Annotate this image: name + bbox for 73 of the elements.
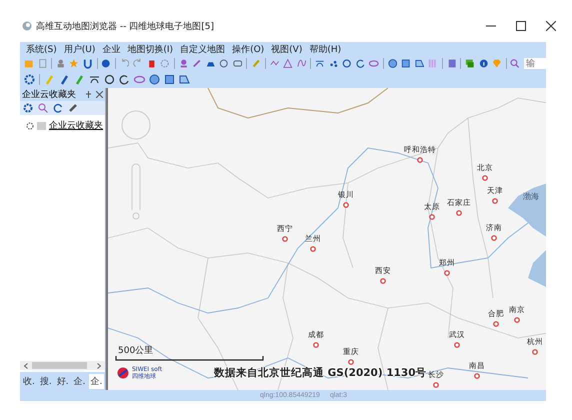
logo-icon bbox=[116, 367, 130, 379]
scroll-right-icon[interactable] bbox=[97, 362, 101, 368]
close-icon[interactable] bbox=[96, 91, 103, 98]
panel-title: 企业云收藏夹 bbox=[22, 88, 77, 101]
city-marker bbox=[348, 359, 354, 365]
menu-item[interactable]: 帮助(H) bbox=[309, 42, 342, 56]
scroll-left-icon[interactable] bbox=[24, 362, 28, 368]
menu-item[interactable]: 系统(S) bbox=[26, 42, 57, 56]
menu-item[interactable]: 自定义地图 bbox=[180, 42, 226, 56]
city-marker bbox=[444, 270, 450, 276]
pin-icon[interactable] bbox=[178, 58, 188, 69]
copyright-text: 数据来自北京世纪高通 GS(2020) 1130号 bbox=[214, 366, 427, 380]
city-marker bbox=[532, 349, 538, 355]
menu-item[interactable]: 企业 bbox=[102, 42, 120, 56]
dots-icon[interactable] bbox=[328, 58, 338, 69]
scale-label: 500公里 bbox=[118, 344, 154, 357]
user-icon[interactable] bbox=[56, 58, 66, 69]
curve-icon[interactable] bbox=[296, 58, 306, 69]
city-marker bbox=[492, 198, 498, 204]
square-icon[interactable] bbox=[401, 58, 411, 69]
circle-icon[interactable] bbox=[104, 74, 115, 85]
scrollbar-thumb[interactable] bbox=[32, 362, 87, 369]
panel-tab[interactable]: 企. bbox=[88, 374, 104, 388]
settings-icon bbox=[26, 122, 34, 130]
info-icon[interactable] bbox=[478, 58, 488, 69]
menu-item[interactable]: 视图(V) bbox=[271, 42, 302, 56]
polygon-icon[interactable] bbox=[414, 58, 424, 69]
polygon-icon[interactable] bbox=[179, 74, 190, 85]
city-marker bbox=[313, 342, 319, 348]
app-logo-icon bbox=[22, 21, 32, 31]
panel-tab[interactable]: 好. bbox=[54, 374, 71, 388]
panel-tab[interactable]: 企. bbox=[72, 374, 88, 388]
city-marker bbox=[493, 321, 499, 327]
city-marker bbox=[514, 317, 520, 323]
city-marker bbox=[343, 202, 349, 208]
city-marker bbox=[429, 214, 435, 220]
city-marker bbox=[491, 235, 497, 241]
city-marker bbox=[456, 210, 462, 216]
city-marker bbox=[474, 373, 480, 379]
triangle-icon[interactable] bbox=[283, 58, 293, 69]
circle-icon[interactable] bbox=[342, 58, 352, 69]
city-marker bbox=[482, 175, 488, 181]
city-marker bbox=[417, 157, 423, 163]
search-icon[interactable] bbox=[38, 103, 48, 113]
city-marker bbox=[454, 342, 460, 348]
settings-icon[interactable] bbox=[24, 74, 35, 85]
sea-label: 渤海 bbox=[523, 192, 539, 201]
square-icon[interactable] bbox=[164, 74, 175, 85]
chat-icon[interactable] bbox=[465, 58, 475, 69]
filled-circle-icon[interactable] bbox=[388, 58, 398, 69]
city-marker bbox=[380, 278, 386, 284]
search-icon[interactable] bbox=[510, 58, 520, 69]
window-title: 高维互动地图浏览器 -- 四维地球电子地图[5] bbox=[36, 20, 214, 32]
maximize-icon[interactable] bbox=[516, 21, 526, 31]
menu-item[interactable]: 操作(O) bbox=[232, 42, 264, 56]
dashed-circle-icon[interactable] bbox=[160, 58, 170, 69]
menu-item[interactable]: 用户(U) bbox=[64, 42, 96, 56]
city-marker bbox=[310, 246, 316, 252]
panel-tab[interactable]: 搜. bbox=[38, 374, 54, 388]
search-field[interactable]: 输 bbox=[524, 58, 546, 69]
refresh-icon[interactable] bbox=[53, 103, 63, 113]
pin-icon[interactable] bbox=[85, 91, 92, 98]
panel-tab[interactable]: 收. bbox=[21, 374, 37, 388]
filled-circle-icon[interactable] bbox=[149, 74, 160, 85]
arc-icon[interactable] bbox=[89, 74, 100, 85]
city-marker bbox=[282, 236, 288, 242]
tree-item[interactable]: 企业云收藏夹 bbox=[49, 119, 103, 132]
magnet-icon[interactable] bbox=[82, 58, 93, 69]
close-icon[interactable] bbox=[546, 21, 556, 31]
arc-icon[interactable] bbox=[315, 58, 325, 69]
screen-icon[interactable] bbox=[232, 58, 242, 69]
star-icon[interactable] bbox=[69, 58, 79, 69]
menu-item[interactable]: 地图切换(I) bbox=[127, 42, 174, 56]
